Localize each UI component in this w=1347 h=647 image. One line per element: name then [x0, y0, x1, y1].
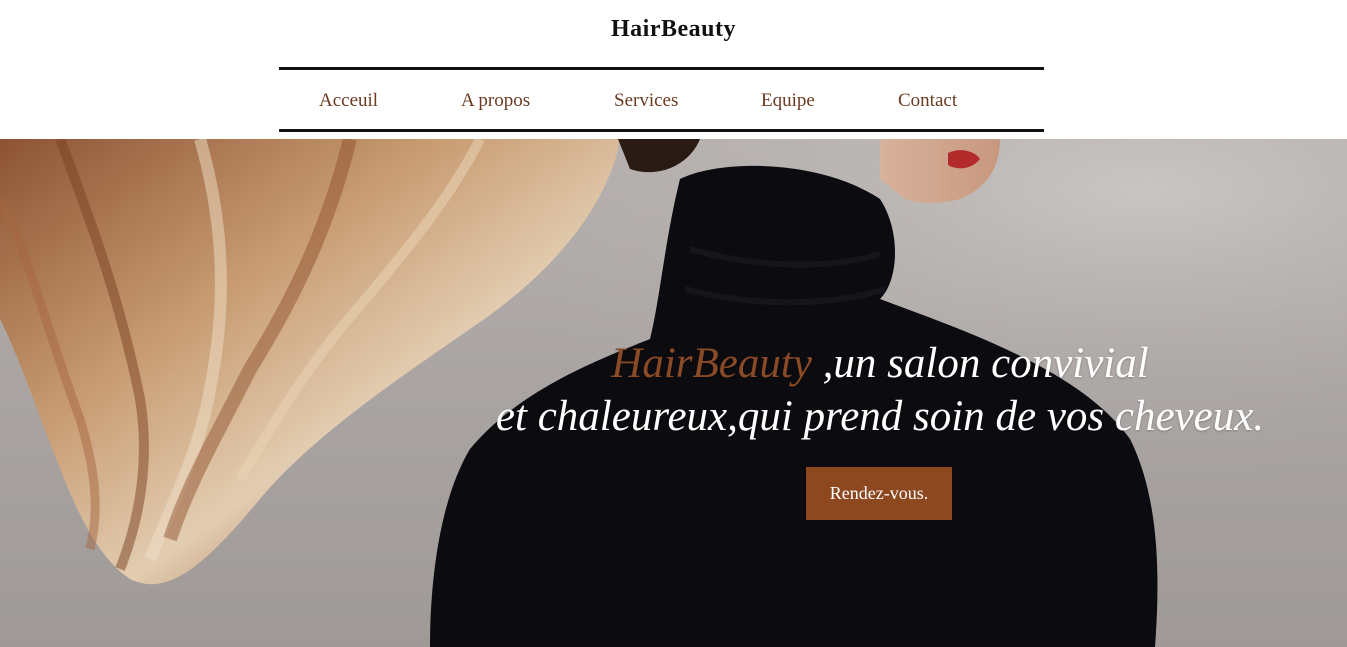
tagline-line-2: et chaleureux,qui prend soin de vos chev…: [495, 393, 1265, 440]
rendez-vous-button[interactable]: Rendez-vous.: [806, 467, 952, 520]
nav-item-contact[interactable]: Contact: [898, 90, 957, 112]
tagline-line-1: HairBeauty ,un salon convivial: [470, 337, 1290, 390]
tagline-brand: HairBeauty: [611, 340, 812, 387]
tagline-rest: ,un salon convivial: [811, 340, 1149, 387]
main-nav: Acceuil A propos Services Equipe Contact: [279, 67, 1044, 132]
nav-item-equipe[interactable]: Equipe: [761, 90, 815, 112]
hero-section: HairBeauty ,un salon convivial et chaleu…: [0, 139, 1347, 647]
site-header: HairBeauty Acceuil A propos Services Equ…: [0, 0, 1347, 139]
nav-item-acceuil[interactable]: Acceuil: [319, 90, 378, 112]
nav-item-services[interactable]: Services: [614, 90, 678, 112]
hero-tagline: HairBeauty ,un salon convivial et chaleu…: [470, 337, 1290, 443]
site-logo[interactable]: HairBeauty: [0, 16, 1347, 43]
nav-item-a-propos[interactable]: A propos: [461, 90, 530, 112]
